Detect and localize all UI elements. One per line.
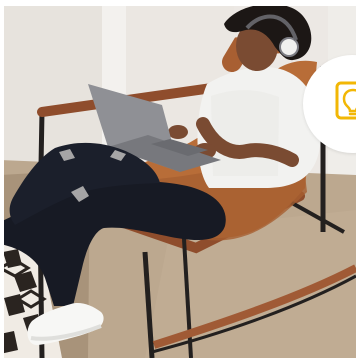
woman-laptop-photo — [0, 0, 356, 358]
lightbulb-icon — [335, 81, 356, 120]
hero-photo-card — [0, 0, 356, 358]
